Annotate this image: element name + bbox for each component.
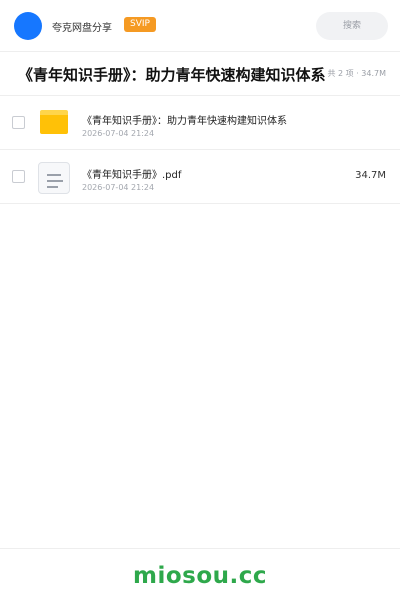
svip-badge: SVIP — [124, 17, 156, 32]
avatar[interactable] — [14, 12, 42, 40]
row-checkbox[interactable] — [12, 170, 25, 183]
share-header: 夸克网盘分享 SVIP 搜索 — [0, 0, 400, 52]
file-name[interactable]: 《青年知识手册》：助力青年快速构建知识体系 — [82, 112, 287, 127]
file-date: 2026-07-04 21:24 — [82, 183, 155, 192]
file-name[interactable]: 《青年知识手册》.pdf — [82, 166, 181, 181]
folder-icon — [40, 110, 68, 134]
row-checkbox[interactable] — [12, 116, 25, 129]
item-summary: 共 2 项 · 34.7M — [327, 69, 386, 78]
search-input[interactable]: 搜索 — [316, 12, 388, 40]
file-size: 34.7M — [355, 170, 386, 181]
file-row[interactable]: 《青年知识手册》：助力青年快速构建知识体系 2026-07-04 21:24 — [0, 96, 400, 150]
file-date: 2026-07-04 21:24 — [82, 129, 155, 138]
share-name: 夸克网盘分享 — [52, 23, 112, 34]
title-bar: 共 2 项 · 34.7M 《青年知识手册》：助力青年快速构建知识体系 — [0, 52, 400, 96]
watermark: miosou.cc — [132, 563, 268, 589]
page-title: 《青年知识手册》：助力青年快速构建知识体系 — [18, 64, 326, 85]
document-icon — [38, 162, 70, 194]
file-row[interactable]: 《青年知识手册》.pdf 2026-07-04 21:24 34.7M — [0, 150, 400, 204]
footer: miosou.cc — [0, 548, 400, 600]
